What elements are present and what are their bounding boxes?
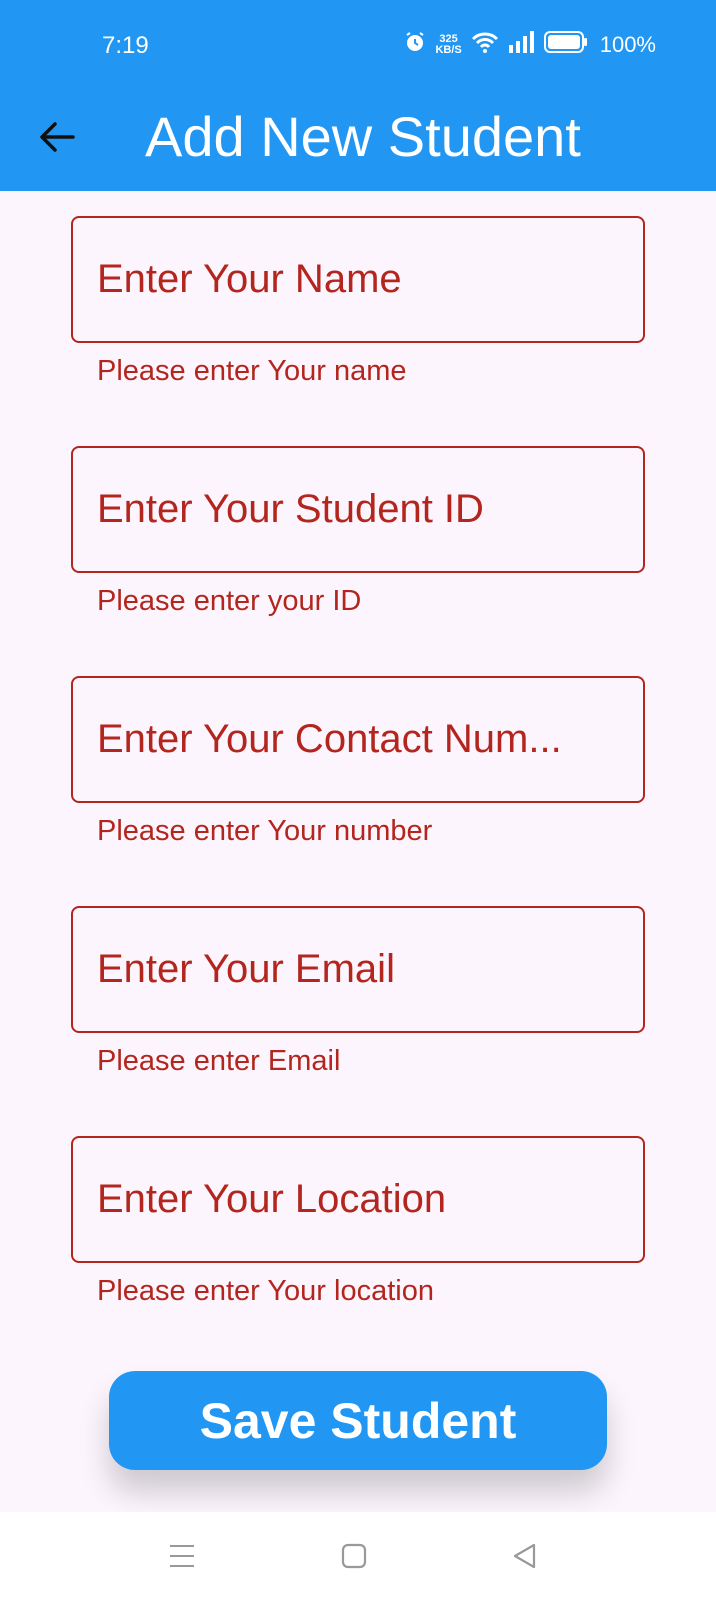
contact-field-group: Please enter Your number [71,676,645,906]
menu-icon [170,1545,194,1567]
status-icons: 325 KB/S 100% [403,30,656,59]
alarm-icon [403,30,427,59]
student-id-input[interactable] [97,487,619,532]
location-field-group: Please enter Your location [71,1136,645,1366]
email-input[interactable] [97,947,619,992]
name-error-text: Please enter Your name [97,355,407,387]
network-speed-unit: KB/S [435,43,462,56]
battery-percent: 100% [599,31,656,57]
student-form: Please enter Your name Please enter your… [71,216,645,1366]
save-student-button[interactable]: Save Student [109,1371,607,1470]
email-field[interactable] [71,906,645,1033]
name-field[interactable] [71,216,645,343]
system-nav-bar [0,1512,716,1600]
name-input[interactable] [97,257,619,302]
status-bar: 7:19 325 KB/S 100% [0,0,716,90]
recents-button[interactable] [160,1534,204,1578]
contact-field[interactable] [71,676,645,803]
page-title: Add New Student [145,105,581,168]
email-field-group: Please enter Email [71,906,645,1136]
home-button[interactable] [332,1534,376,1578]
location-field[interactable] [71,1136,645,1263]
student-id-field-group: Please enter your ID [71,446,645,676]
location-error-text: Please enter Your location [97,1275,434,1307]
back-button[interactable] [30,110,84,164]
app-bar: 7:19 325 KB/S 100% Add New Student [0,0,716,191]
arrow-back-icon [40,122,75,152]
network-speed-value: 325 [439,32,458,45]
back-nav-button[interactable] [502,1534,546,1578]
student-id-error-text: Please enter your ID [97,585,362,617]
wifi-icon [470,30,500,59]
location-input[interactable] [97,1177,619,1222]
battery-icon [543,31,588,58]
student-id-field[interactable] [71,446,645,573]
triangle-back-icon [513,1543,536,1569]
contact-input[interactable] [97,717,619,762]
email-error-text: Please enter Email [97,1045,341,1077]
name-field-group: Please enter Your name [71,216,645,446]
contact-error-text: Please enter Your number [97,815,433,847]
signal-icon [508,31,536,58]
square-icon [341,1543,367,1569]
status-time: 7:19 [102,32,149,59]
network-speed: 325 KB/S [435,32,462,56]
